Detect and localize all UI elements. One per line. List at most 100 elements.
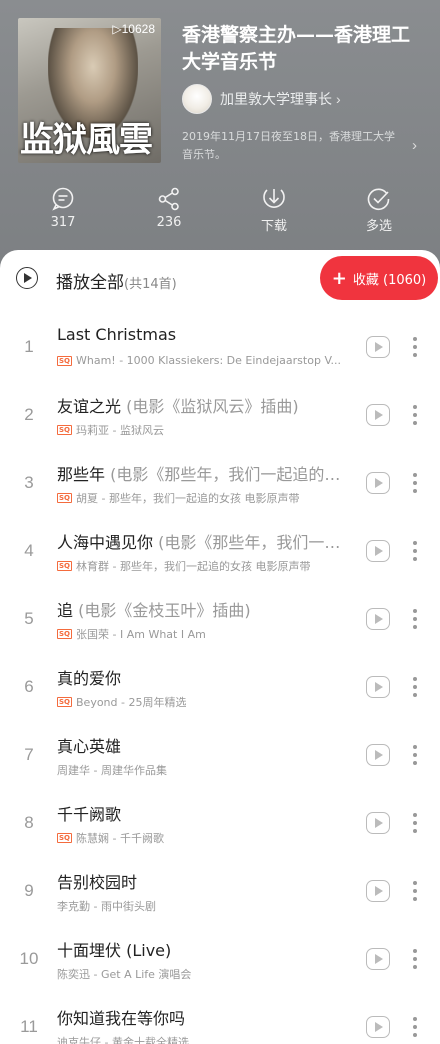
more-options-icon[interactable] — [405, 401, 425, 429]
artist-album: 林育群 - 那些年，我们一起追的女孩 电影原声带 — [76, 560, 311, 573]
song-index: 8 — [24, 813, 34, 832]
playlist-cover[interactable]: ▷10628 监狱風雲 — [18, 18, 161, 163]
song-subtitle: (电影《那些年，我们一起追的… — [105, 465, 341, 484]
song-index: 6 — [24, 677, 34, 696]
song-name: 真心英雄 — [57, 737, 122, 756]
artist-album: 胡夏 - 那些年，我们一起追的女孩 电影原声带 — [76, 492, 300, 505]
song-name: 友谊之光 — [57, 397, 122, 416]
mv-play-icon[interactable] — [366, 540, 390, 562]
song-row[interactable]: 5 追 (电影《金枝玉叶》插曲) SQ 张国荣 - I Am What I Am — [0, 585, 440, 653]
mv-play-icon[interactable] — [366, 608, 390, 630]
song-meta: 陈奕迅 - Get A Life 演唱会 — [57, 966, 357, 982]
more-options-icon[interactable] — [405, 1013, 425, 1041]
song-row[interactable]: 7 真心英雄 周建华 - 周建华作品集 — [0, 721, 440, 789]
song-name: 告别校园时 — [57, 873, 138, 892]
mv-play-icon[interactable] — [366, 1016, 390, 1038]
song-row[interactable]: 6 真的爱你 SQ Beyond - 25周年精选 — [0, 653, 440, 721]
play-all-text: 播放全部 — [56, 273, 124, 293]
play-circle-icon[interactable] — [16, 267, 38, 289]
share-icon — [158, 187, 179, 211]
song-meta: SQ 胡夏 - 那些年，我们一起追的女孩 电影原声带 — [57, 490, 357, 506]
mv-play-icon[interactable] — [366, 336, 390, 358]
song-row[interactable]: 2 友谊之光 (电影《监狱风云》插曲) SQ 玛莉亚 - 监狱风云 — [0, 381, 440, 449]
song-row[interactable]: 4 人海中遇见你 (电影《那些年，我们一… SQ 林育群 - 那些年，我们一起追的女孩… — [0, 517, 440, 585]
more-options-icon[interactable] — [405, 673, 425, 701]
more-options-icon[interactable] — [405, 333, 425, 361]
song-meta: SQ Beyond - 25周年精选 — [57, 694, 357, 710]
more-options-icon[interactable] — [405, 469, 425, 497]
song-title: Last Christmas — [57, 325, 357, 344]
collect-label: 收藏 (1060) — [352, 272, 427, 288]
chevron-right-icon[interactable]: › — [412, 137, 417, 154]
artist-album: 张国荣 - I Am What I Am — [76, 628, 206, 641]
song-subtitle: (电影《那些年，我们一… — [153, 533, 341, 552]
song-title: 你知道我在等你吗 — [57, 1005, 357, 1029]
mv-play-icon[interactable] — [366, 472, 390, 494]
sq-badge: SQ — [57, 629, 72, 639]
mv-play-icon[interactable] — [366, 812, 390, 834]
more-options-icon[interactable] — [405, 605, 425, 633]
song-index: 11 — [20, 1017, 38, 1036]
collect-button[interactable]: + 收藏 (1060) — [320, 256, 438, 300]
share-count: 236 — [156, 215, 182, 230]
creator-link[interactable]: 加里敦大学理事长 › — [182, 84, 341, 114]
song-name: 真的爱你 — [57, 669, 122, 688]
song-row[interactable]: 9 告别校园时 李克勤 - 雨中街头剧 — [0, 857, 440, 925]
more-options-icon[interactable] — [405, 741, 425, 769]
creator-name: 加里敦大学理事长 — [220, 92, 332, 108]
avatar — [182, 84, 212, 114]
more-options-icon[interactable] — [405, 809, 425, 837]
song-name: 你知道我在等你吗 — [57, 1009, 186, 1028]
song-row[interactable]: 3 那些年 (电影《那些年，我们一起追的… SQ 胡夏 - 那些年，我们一起追的女孩 … — [0, 449, 440, 517]
song-title: 真的爱你 — [57, 665, 357, 689]
action-bar: 317 236 下载 多选 — [0, 186, 440, 236]
artist-album: 李克勤 - 雨中街头剧 — [57, 900, 156, 913]
song-index: 2 — [24, 405, 34, 424]
song-meta: SQ 林育群 - 那些年，我们一起追的女孩 电影原声带 — [57, 558, 357, 574]
more-options-icon[interactable] — [405, 945, 425, 973]
more-options-icon[interactable] — [405, 877, 425, 905]
song-name: 追 — [57, 601, 74, 620]
mv-play-icon[interactable] — [366, 880, 390, 902]
multi-select-button[interactable]: 多选 — [349, 186, 409, 234]
song-title: 那些年 (电影《那些年，我们一起追的… — [57, 461, 357, 485]
song-subtitle: (电影《金枝玉叶》插曲) — [73, 601, 251, 620]
song-title: 告别校园时 — [57, 869, 357, 893]
song-name: 千千阙歌 — [57, 805, 122, 824]
song-title: 真心英雄 — [57, 733, 357, 757]
song-title: 千千阙歌 — [57, 801, 357, 825]
song-row[interactable]: 1 Last Christmas SQ Wham! - 1000 Klassieker… — [0, 313, 440, 381]
artist-album: 陈慧娴 - 千千阙歌 — [76, 832, 164, 845]
comment-button[interactable]: 317 — [33, 186, 93, 230]
download-button[interactable]: 下载 — [244, 186, 304, 234]
song-meta: 迪克牛仔 - 黄金十载全精选 — [57, 1034, 357, 1044]
plus-icon: + — [331, 267, 347, 289]
song-name: 那些年 — [57, 465, 106, 484]
song-meta: 周建华 - 周建华作品集 — [57, 762, 357, 778]
comment-count: 317 — [50, 215, 76, 230]
sq-badge: SQ — [57, 425, 72, 435]
song-index: 10 — [19, 949, 39, 968]
more-options-icon[interactable] — [405, 537, 425, 565]
song-row[interactable]: 10 十面埋伏 (Live) 陈奕迅 - Get A Life 演唱会 — [0, 925, 440, 993]
artist-album: 周建华 - 周建华作品集 — [57, 764, 167, 777]
playlist-description[interactable]: 2019年11月17日夜至18日，香港理工大学音乐节。 — [182, 128, 404, 164]
song-index: 5 — [24, 609, 34, 628]
mv-play-icon[interactable] — [366, 948, 390, 970]
artist-album: 陈奕迅 - Get A Life 演唱会 — [57, 968, 192, 981]
multi-select-icon — [367, 188, 390, 211]
sq-badge: SQ — [57, 561, 72, 571]
playlist-title: 香港警察主办——香港理工大学音乐节 — [182, 24, 411, 73]
song-row[interactable]: 8 千千阙歌 SQ 陈慧娴 - 千千阙歌 — [0, 789, 440, 857]
share-button[interactable]: 236 — [139, 186, 199, 230]
sq-badge: SQ — [57, 697, 72, 707]
chevron-right-icon: › — [336, 91, 341, 107]
sq-badge: SQ — [57, 833, 72, 843]
song-row[interactable]: 11 你知道我在等你吗迪克牛仔 - 黄金十载全精选 — [0, 993, 440, 1044]
song-index: 3 — [24, 473, 34, 492]
mv-play-icon[interactable] — [366, 404, 390, 426]
play-all-label[interactable]: 播放全部(共14首) — [56, 268, 177, 293]
mv-play-icon[interactable] — [366, 676, 390, 698]
mv-play-icon[interactable] — [366, 744, 390, 766]
song-subtitle: (电影《监狱风云》插曲) — [121, 397, 299, 416]
